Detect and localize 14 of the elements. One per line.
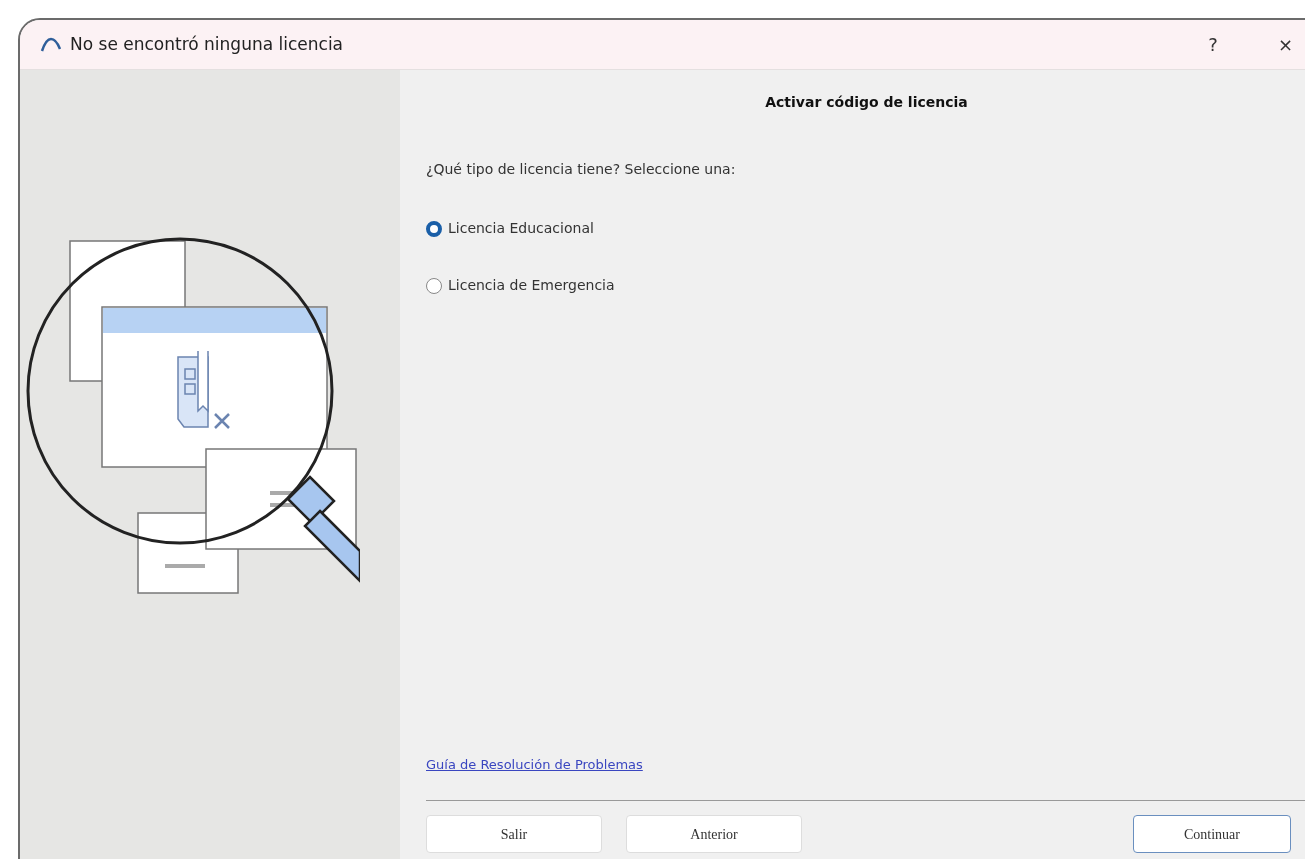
option-label[interactable]: Licencia de Emergencia xyxy=(448,275,615,296)
help-button[interactable]: ? xyxy=(1202,31,1224,58)
dialog-button[interactable]: Continuar xyxy=(1133,815,1291,853)
section-heading: Activar código de licencia xyxy=(764,93,969,112)
dialog-button[interactable]: Salir xyxy=(426,815,602,853)
app-logo-icon xyxy=(40,36,62,53)
window-title: No se encontró ninguna licencia xyxy=(70,32,344,56)
troubleshooting-link[interactable]: Guía de Resolución de Problemas xyxy=(426,754,643,774)
radio-button[interactable] xyxy=(426,277,442,294)
dialog-button[interactable]: Anterior xyxy=(626,815,802,853)
radio-button[interactable] xyxy=(426,220,442,237)
option-label[interactable]: Licencia Educacional xyxy=(448,218,594,239)
question-text: ¿Qué tipo de licencia tiene? Seleccione una: xyxy=(426,160,737,179)
close-button[interactable]: × xyxy=(1271,31,1299,58)
